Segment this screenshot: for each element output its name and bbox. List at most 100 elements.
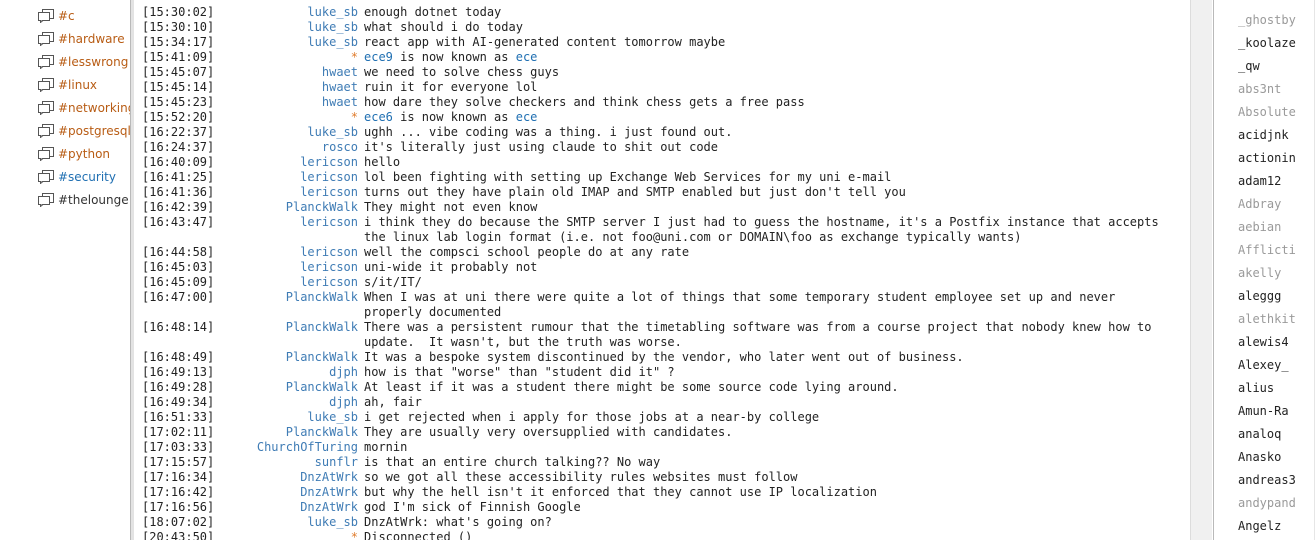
message-text: It was a bespoke system discontinued by … xyxy=(364,350,964,364)
user-list-item[interactable]: _koolaze xyxy=(1238,33,1296,53)
message-text: They are usually very oversupplied with … xyxy=(364,425,733,439)
user-list-item[interactable]: analoq xyxy=(1238,424,1281,444)
message-pane[interactable]: [15:30:02] luke_sb enough dotnet today [15:… xyxy=(130,0,1191,540)
user-list-item[interactable]: Alexey_ xyxy=(1238,355,1289,375)
message-row: [15:52:20] * ece6 is now known as ece xyxy=(142,110,1182,125)
user-list-item[interactable]: Adbray xyxy=(1238,194,1281,214)
message-row: [17:03:33] ChurchOfTuring mornin xyxy=(142,440,1182,455)
message-nick[interactable]: djph xyxy=(216,395,358,410)
channel-item-python[interactable]: #python xyxy=(38,144,130,164)
message-timestamp: [16:51:33] xyxy=(142,410,215,424)
message-nick[interactable]: ChurchOfTuring xyxy=(216,440,358,455)
channel-item-networking[interactable]: #networking xyxy=(38,98,130,118)
new-nick[interactable]: ece xyxy=(516,50,538,64)
user-list-item[interactable]: actionin xyxy=(1238,148,1296,168)
message-nick[interactable]: PlanckWalk xyxy=(216,290,358,305)
old-nick[interactable]: ece9 xyxy=(364,50,393,64)
message-nick[interactable]: hwaet xyxy=(216,65,358,80)
channel-item-linux[interactable]: #linux xyxy=(38,75,130,95)
message-nick[interactable]: lericson xyxy=(216,260,358,275)
user-list-item[interactable]: acidjnk xyxy=(1238,125,1289,145)
message-text: lol been fighting with setting up Exchan… xyxy=(364,170,892,184)
message-nick[interactable]: PlanckWalk xyxy=(216,425,358,440)
message-nick[interactable]: sunflr xyxy=(216,455,358,470)
message-nick[interactable]: lericson xyxy=(216,170,358,185)
user-list-item[interactable]: adam12 xyxy=(1238,171,1281,191)
new-nick[interactable]: ece xyxy=(516,110,538,124)
message-nick[interactable]: DnzAtWrk xyxy=(216,485,358,500)
channel-label: #hardware xyxy=(58,32,125,46)
user-list-item[interactable]: Angelz xyxy=(1238,516,1281,536)
message-timestamp: [16:40:09] xyxy=(142,155,215,169)
user-list-item[interactable]: Amun-Ra xyxy=(1238,401,1289,421)
user-list-item[interactable]: Anasko xyxy=(1238,447,1281,467)
channel-item-security[interactable]: #security xyxy=(38,167,130,187)
message-timestamp: [16:44:58] xyxy=(142,245,215,259)
message-row: [18:07:02] luke_sb DnzAtWrk: what's going … xyxy=(142,515,1182,530)
channel-item-c[interactable]: #c xyxy=(38,6,130,26)
message-nick[interactable]: lericson xyxy=(216,185,358,200)
message-nick[interactable]: luke_sb xyxy=(216,410,358,425)
user-list-item[interactable]: Absolute xyxy=(1238,102,1296,122)
message-nick[interactable]: luke_sb xyxy=(216,515,358,530)
message-timestamp: [17:16:56] xyxy=(142,500,215,514)
message-nick[interactable]: PlanckWalk xyxy=(216,350,358,365)
message-text: is that an entire church talking?? No wa… xyxy=(364,455,661,469)
message-row: [16:24:37] rosco it's literally just using… xyxy=(142,140,1182,155)
user-list-item[interactable]: alethkit xyxy=(1238,309,1296,329)
system-marker: * xyxy=(350,110,358,124)
message-nick[interactable]: hwaet xyxy=(216,80,358,95)
message-timestamp: [16:49:13] xyxy=(142,365,215,379)
channel-item-hardware[interactable]: #hardware xyxy=(38,29,130,49)
message-text: mornin xyxy=(364,440,408,454)
message-scrollbar[interactable] xyxy=(1190,0,1212,540)
message-nick[interactable]: lericson xyxy=(216,155,358,170)
old-nick[interactable]: ece6 xyxy=(364,110,393,124)
user-list-item[interactable]: aleggg xyxy=(1238,286,1281,306)
user-list-item[interactable]: alewis4 xyxy=(1238,332,1289,352)
user-list: _ghostby _koolaze _qw abs3nt Absolute acidjnk… xyxy=(1213,0,1315,540)
user-list-item[interactable]: andypand xyxy=(1238,493,1296,513)
channel-item-thelounge[interactable]: #thelounge xyxy=(38,190,130,210)
message-nick[interactable]: PlanckWalk xyxy=(216,320,358,335)
user-list-item[interactable]: abs3nt xyxy=(1238,79,1281,99)
message-text: so we got all these accessibility rules … xyxy=(364,470,798,484)
message-nick[interactable]: luke_sb xyxy=(216,35,358,50)
message-row: [15:34:17] luke_sb react app with AI-gener… xyxy=(142,35,1182,50)
user-list-item[interactable]: Afflicti xyxy=(1238,240,1296,260)
message-nick[interactable]: luke_sb xyxy=(216,5,358,20)
channel-label: #lesswrong xyxy=(58,55,129,69)
user-list-item[interactable]: alius xyxy=(1238,378,1274,398)
user-list-item[interactable]: _qw xyxy=(1238,56,1260,76)
message-nick[interactable]: rosco xyxy=(216,140,358,155)
message-nick[interactable]: hwaet xyxy=(216,95,358,110)
chat-bubble-icon xyxy=(38,170,54,184)
channel-label: #linux xyxy=(58,78,98,92)
message-nick[interactable]: DnzAtWrk xyxy=(216,470,358,485)
user-list-item[interactable]: akelly xyxy=(1238,263,1281,283)
message-text: When I was at uni there were quite a lot… xyxy=(364,290,1123,319)
message-nick[interactable]: PlanckWalk xyxy=(216,200,358,215)
message-timestamp: [16:45:09] xyxy=(142,275,215,289)
message-row: [17:16:56] DnzAtWrk god I'm sick of Finnis… xyxy=(142,500,1182,515)
message-text: There was a persistent rumour that the t… xyxy=(364,320,1159,349)
message-timestamp: [17:02:11] xyxy=(142,425,215,439)
message-text: They might not even know xyxy=(364,200,538,214)
user-list-item[interactable]: aebian xyxy=(1238,217,1281,237)
message-nick[interactable]: lericson xyxy=(216,275,358,290)
message-nick[interactable]: luke_sb xyxy=(216,20,358,35)
message-timestamp: [16:22:37] xyxy=(142,125,215,139)
channel-item-lesswrong[interactable]: #lesswrong xyxy=(38,52,130,72)
message-nick[interactable]: DnzAtWrk xyxy=(216,500,358,515)
message-nick[interactable]: lericson xyxy=(216,215,358,230)
message-nick[interactable]: luke_sb xyxy=(216,125,358,140)
user-list-item[interactable]: _ghostby xyxy=(1238,10,1296,30)
message-nick[interactable]: lericson xyxy=(216,245,358,260)
user-list-item[interactable]: andreas3 xyxy=(1238,470,1296,490)
message-nick[interactable]: djph xyxy=(216,365,358,380)
message-nick[interactable]: PlanckWalk xyxy=(216,380,358,395)
message-timestamp: [16:47:00] xyxy=(142,290,215,304)
message-row: [15:45:23] hwaet how dare they solve check… xyxy=(142,95,1182,110)
channel-item-postgresql[interactable]: #postgresql xyxy=(38,121,130,141)
message-text: well the compsci school people do at any… xyxy=(364,245,690,259)
